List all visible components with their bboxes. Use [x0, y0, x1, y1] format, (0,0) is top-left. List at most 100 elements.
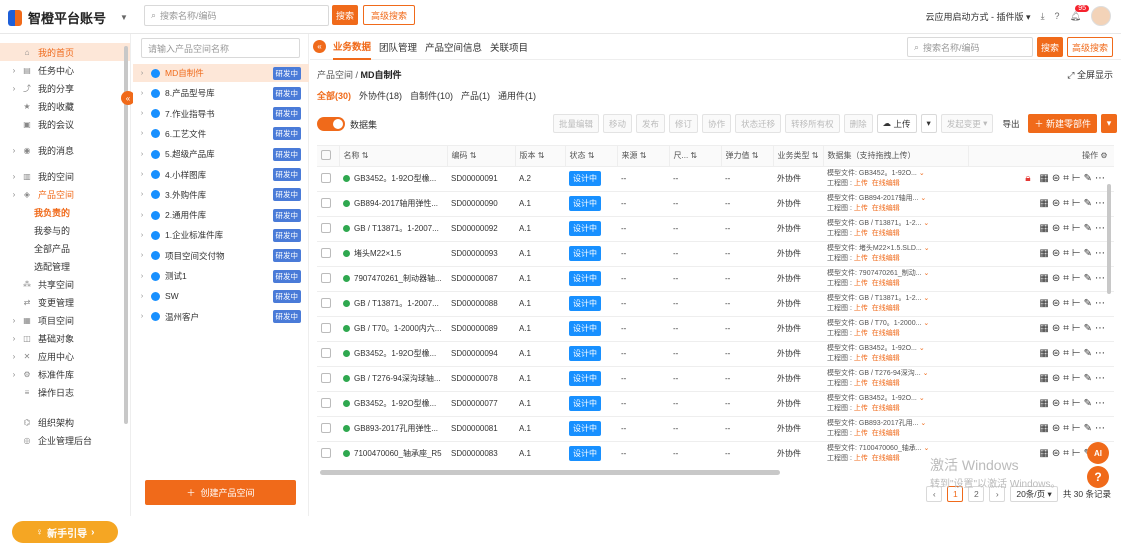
structure-icon[interactable]: ⌗ [1063, 273, 1072, 284]
nav-item-nav.items4[interactable]: ▣ 我的会议 [0, 115, 130, 133]
tree-item[interactable]: › MD自制件 研发中 [133, 64, 309, 82]
tree-search-input[interactable]: 请输入产品空间名称 [141, 38, 300, 58]
move-button[interactable]: 移动 [603, 114, 633, 133]
cell-name[interactable]: GB / T13871。1-2007... [339, 291, 447, 317]
drawing-online-edit-link[interactable]: 在线编辑 [872, 180, 900, 187]
tree-item[interactable]: › 1.企业标准件库 研发中 [133, 226, 309, 244]
chevron-right-icon[interactable]: › [133, 171, 151, 178]
tree-structure-icon[interactable]: ⊢ [1072, 248, 1084, 259]
publish-button[interactable]: 发布 [636, 114, 666, 133]
tree-item[interactable]: › SW 研发中 [133, 287, 309, 305]
row-checkbox[interactable] [317, 316, 339, 342]
structure-icon[interactable]: ⌗ [1063, 398, 1072, 409]
table-row[interactable]: GB / T70。1-2000内六... SD00000089 A.1 设计中 -- --… [317, 316, 1114, 342]
tab-team[interactable]: 团队管理 [379, 34, 417, 60]
main-search-input[interactable]: ⌕ 搜索名称/编码 [907, 37, 1033, 57]
col-version[interactable]: 版本 ⇅ [515, 146, 566, 167]
tree-structure-icon[interactable]: ⊢ [1072, 298, 1084, 309]
more-icon[interactable]: ⋯ [1095, 298, 1108, 309]
chevron-down-icon[interactable]: ⌄ [923, 370, 929, 377]
nav-item-nav.items25[interactable]: › ⚙ 标准件库 [0, 365, 130, 383]
cell-name[interactable]: GB / T276-94深沟球轴... [339, 366, 447, 392]
model-file-name[interactable]: 7100470060_轴承... [859, 445, 922, 452]
back-icon[interactable]: « [313, 40, 326, 53]
qr-code-icon[interactable]: ▦ [1039, 198, 1051, 209]
view-3d-icon[interactable]: ⊜ [1052, 348, 1063, 359]
chevron-down-icon[interactable]: ⌄ [924, 445, 930, 452]
model-file-name[interactable]: GB894-2017轴用... [859, 195, 919, 202]
global-search-button[interactable]: 搜索 [332, 5, 358, 25]
chevron-right-icon[interactable]: › [133, 313, 151, 320]
more-icon[interactable]: ⋯ [1095, 173, 1108, 184]
tree-structure-icon[interactable]: ⊢ [1072, 223, 1084, 234]
view-3d-icon[interactable]: ⊜ [1052, 198, 1063, 209]
row-checkbox[interactable] [317, 166, 339, 192]
drawing-upload-link[interactable]: 上传 [854, 255, 868, 262]
new-part-dropdown[interactable]: ▾ [1101, 114, 1117, 133]
tree-structure-icon[interactable]: ⊢ [1072, 423, 1084, 434]
qr-code-icon[interactable]: ▦ [1039, 448, 1051, 459]
upload-button[interactable]: ☁ 上传 [876, 114, 917, 133]
drawing-online-edit-link[interactable]: 在线编辑 [872, 280, 900, 287]
lock-icon[interactable]: 🔒︎ [1025, 173, 1033, 184]
gear-icon[interactable]: ⚙ [1100, 151, 1107, 160]
view-3d-icon[interactable]: ⊜ [1052, 373, 1063, 384]
table-row[interactable]: GB3452。1-92O型橡... SD00000077 A.1 设计中 -- -- -- 外… [317, 391, 1114, 417]
drawing-online-edit-link[interactable]: 在线编辑 [872, 330, 900, 337]
cell-name[interactable]: 堵头M22×1.5 [339, 241, 447, 267]
row-checkbox[interactable] [317, 416, 339, 442]
qr-code-icon[interactable]: ▦ [1039, 323, 1051, 334]
nav-subitem-1[interactable]: 我参与的 [0, 221, 130, 239]
export-button[interactable]: 导出 [997, 114, 1025, 133]
tree-item[interactable]: › 7.作业指导书 研发中 [133, 105, 309, 123]
chevron-down-icon[interactable]: ⌄ [924, 245, 930, 252]
model-file-name[interactable]: 堵头M22×1.5.SLD... [859, 245, 922, 252]
row-checkbox[interactable] [317, 241, 339, 267]
model-file-name[interactable]: GB / T276-94深沟... [859, 370, 921, 377]
chevron-down-icon[interactable]: ⌄ [920, 195, 926, 202]
view-3d-icon[interactable]: ⊜ [1052, 448, 1063, 459]
model-file-name[interactable]: GB3452。1-92O... [859, 395, 917, 402]
select-all-checkbox[interactable] [317, 146, 340, 167]
launch-mode-dropdown[interactable]: 云应用启动方式 - 插件版 ▾ [926, 10, 1031, 23]
more-icon[interactable]: ⋯ [1095, 348, 1108, 359]
drawing-upload-link[interactable]: 上传 [854, 380, 868, 387]
tree-item[interactable]: › 2.通用件库 研发中 [133, 206, 309, 224]
drawing-online-edit-link[interactable]: 在线编辑 [872, 305, 900, 312]
col-size[interactable]: 尺... ⇅ [669, 146, 722, 167]
help-icon[interactable]: ? [1055, 11, 1060, 21]
chevron-right-icon[interactable]: › [133, 70, 151, 77]
tree-structure-icon[interactable]: ⊢ [1072, 373, 1084, 384]
guide-button[interactable]: ♀ 新手引导 › [12, 521, 118, 543]
subtab-common[interactable]: 通用件(1) [498, 89, 536, 102]
qr-code-icon[interactable]: ▦ [1039, 173, 1051, 184]
structure-icon[interactable]: ⌗ [1063, 223, 1072, 234]
qr-code-icon[interactable]: ▦ [1039, 398, 1051, 409]
collaborate-button[interactable]: 协作 [702, 114, 732, 133]
col-elastic[interactable]: 弹力值 ⇅ [721, 146, 774, 167]
drawing-upload-link[interactable]: 上传 [854, 205, 868, 212]
more-icon[interactable]: ⋯ [1095, 373, 1108, 384]
structure-icon[interactable]: ⌗ [1063, 198, 1072, 209]
drawing-online-edit-link[interactable]: 在线编辑 [872, 430, 900, 437]
new-part-button[interactable]: ＋ 新建零部件 [1028, 114, 1097, 133]
table-row[interactable]: GB / T276-94深沟球轴... SD00000078 A.1 设计中 -- -- -… [317, 366, 1114, 392]
col-code[interactable]: 编码 ⇅ [447, 146, 516, 167]
model-file-name[interactable]: 7907470261_制动... [859, 270, 922, 277]
drawing-upload-link[interactable]: 上传 [854, 280, 868, 287]
qr-code-icon[interactable]: ▦ [1039, 348, 1051, 359]
drawing-upload-link[interactable]: 上传 [854, 305, 868, 312]
drawing-upload-link[interactable]: 上传 [854, 405, 868, 412]
structure-icon[interactable]: ⌗ [1063, 298, 1072, 309]
nav-item-nav.items27[interactable]: ⌬ 组织架构 [0, 413, 130, 431]
edit-icon[interactable]: ✎ [1084, 173, 1095, 184]
chevron-right-icon[interactable]: › [133, 130, 151, 137]
brand[interactable]: 智橙平台账号 ▼ [8, 8, 128, 27]
nav-item-nav.items7[interactable]: › ◈ 产品空间 [0, 185, 130, 203]
chevron-down-icon[interactable]: ⌄ [920, 420, 926, 427]
cell-name[interactable]: GB894-2017轴用弹性... [339, 191, 447, 217]
qr-code-icon[interactable]: ▦ [1039, 248, 1051, 259]
qr-code-icon[interactable]: ▦ [1039, 273, 1051, 284]
edit-icon[interactable]: ✎ [1084, 198, 1095, 209]
structure-icon[interactable]: ⌗ [1063, 448, 1072, 459]
